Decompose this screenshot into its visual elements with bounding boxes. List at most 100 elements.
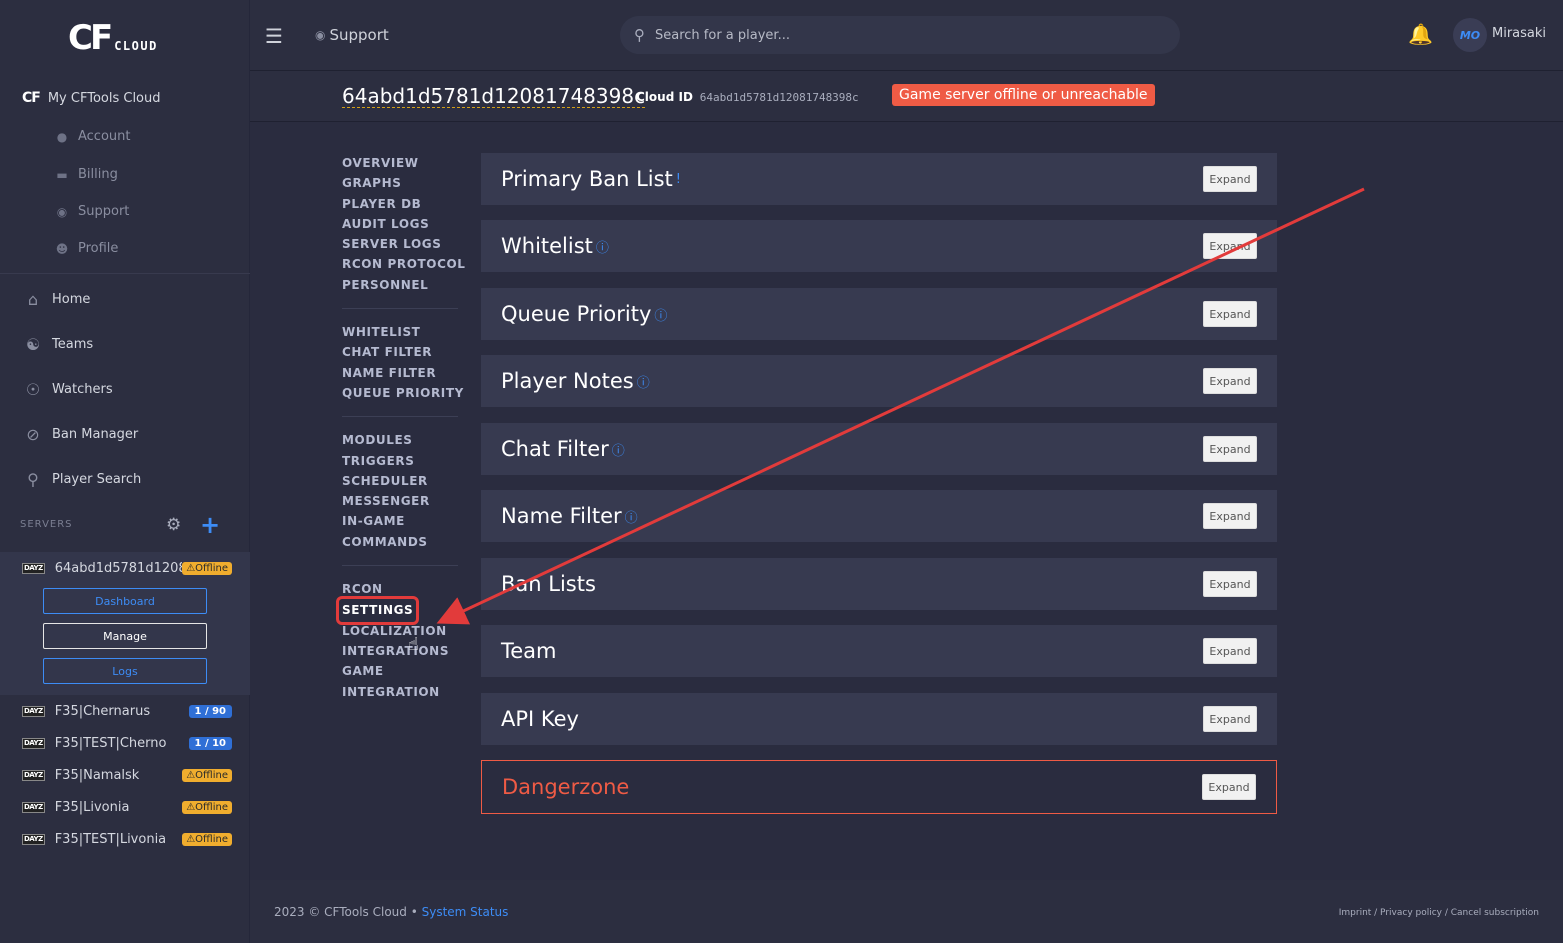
dayz-icon: DAYZ — [22, 563, 45, 574]
sidebar-divider — [0, 273, 250, 274]
hamburger-menu-icon[interactable]: ☰ — [265, 24, 283, 48]
active-server-row[interactable]: DAYZ 64abd1d5781d12081748398c ⚠Offline — [22, 561, 232, 576]
expand-button[interactable]: Expand — [1203, 368, 1257, 394]
subnav-whitelist[interactable]: WHITELIST — [342, 322, 458, 342]
subnav-commands[interactable]: COMMANDS — [342, 532, 458, 552]
server-item[interactable]: DAYZ F35|TEST|Cherno 1 / 10 — [22, 736, 232, 751]
username[interactable]: Mirasaki — [1492, 26, 1546, 41]
sidebar-item-billing[interactable]: ▬ Billing — [54, 167, 118, 182]
expand-button[interactable]: Expand — [1203, 301, 1257, 327]
sidebar-item-ban-manager[interactable]: ⊘ Ban Manager — [22, 425, 138, 444]
subnav-in-game[interactable]: IN-GAME — [342, 511, 458, 531]
info-icon[interactable]: ⓘ — [612, 440, 625, 459]
search-icon: ⚲ — [634, 26, 645, 44]
status-badge: ⚠Offline — [182, 801, 232, 814]
cftools-logo[interactable]: CF CLOUD — [68, 16, 158, 56]
subnav-personnel[interactable]: PERSONNEL — [342, 275, 458, 295]
manage-button[interactable]: Manage — [43, 623, 207, 649]
sidebar-item-profile[interactable]: ☻ Profile — [54, 241, 119, 256]
server-item[interactable]: DAYZ F35|Chernarus 1 / 90 — [22, 704, 232, 719]
subnav-scheduler[interactable]: SCHEDULER — [342, 471, 458, 491]
server-item[interactable]: DAYZ F35|TEST|Livonia ⚠Offline — [22, 832, 232, 847]
panel-api-key: API Key Expand — [481, 693, 1277, 745]
eye-icon: ☉ — [25, 380, 41, 399]
subnav-localization[interactable]: LOCALIZATION — [342, 621, 458, 641]
sidebar-item-label: Support — [78, 204, 130, 219]
wallet-icon: ▬ — [56, 167, 68, 182]
user-icon: ● — [56, 129, 68, 144]
panel-title: Chat Filter — [501, 437, 609, 461]
subnav-integration[interactable]: INTEGRATION — [342, 682, 458, 702]
profile-icon: ☻ — [55, 241, 69, 256]
subnav-group-overview: OVERVIEW GRAPHS PLAYER DB AUDIT LOGS SER… — [342, 153, 465, 310]
search-input[interactable] — [655, 27, 1135, 43]
server-title[interactable]: 64abd1d5781d12081748398c — [342, 85, 646, 108]
subnav-game[interactable]: GAME — [342, 661, 458, 681]
sidebar-item-teams[interactable]: ☯ Teams — [22, 335, 93, 354]
expand-button[interactable]: Expand — [1203, 233, 1257, 259]
subnav-player-db[interactable]: PLAYER DB — [342, 194, 458, 214]
cloud-id-label: Cloud ID — [636, 90, 693, 104]
panel-team: Team Expand — [481, 625, 1277, 677]
subnav-name-filter[interactable]: NAME FILTER — [342, 363, 458, 383]
info-icon[interactable]: ⓘ — [625, 507, 638, 526]
player-search-bar[interactable]: ⚲ — [620, 16, 1180, 54]
subnav-overview[interactable]: OVERVIEW — [342, 153, 458, 173]
subnav-group-filters: WHITELIST CHAT FILTER NAME FILTER QUEUE … — [342, 322, 463, 418]
logs-button[interactable]: Logs — [43, 658, 207, 684]
subnav-graphs[interactable]: GRAPHS — [342, 173, 458, 193]
legal-links[interactable]: Imprint / Privacy policy / Cancel subscr… — [1339, 908, 1539, 918]
subnav-rcon[interactable]: RCON — [342, 579, 458, 599]
add-server-icon[interactable]: + — [200, 511, 220, 539]
subnav-triggers[interactable]: TRIGGERS — [342, 451, 458, 471]
my-cftools-cloud-link[interactable]: CF My CFTools Cloud — [22, 90, 161, 106]
support-label: Support — [329, 26, 389, 44]
sidebar-item-player-search[interactable]: ⚲ Player Search — [22, 470, 141, 489]
panel-primary-ban-list: Primary Ban List ! Expand — [481, 153, 1277, 205]
subnav-audit-logs[interactable]: AUDIT LOGS — [342, 214, 458, 234]
gear-icon[interactable]: ⚙ — [166, 515, 181, 535]
panel-title: API Key — [501, 707, 579, 731]
subnav-server-logs[interactable]: SERVER LOGS — [342, 234, 458, 254]
expand-button[interactable]: Expand — [1203, 571, 1257, 597]
expand-button[interactable]: Expand — [1203, 503, 1257, 529]
system-status-link[interactable]: System Status — [422, 905, 509, 919]
subnav-messenger[interactable]: MESSENGER — [342, 491, 458, 511]
dayz-icon: DAYZ — [22, 834, 45, 845]
info-icon[interactable]: ⓘ — [637, 372, 650, 391]
dayz-icon: DAYZ — [22, 738, 45, 749]
panel-player-notes: Player Notes ⓘ Expand — [481, 355, 1277, 407]
sidebar-item-home[interactable]: ⌂ Home — [22, 290, 90, 309]
info-icon[interactable]: ⓘ — [654, 305, 667, 324]
subnav-queue-priority[interactable]: QUEUE PRIORITY — [342, 383, 463, 403]
subnav-settings[interactable]: SETTINGS — [335, 596, 420, 625]
server-item[interactable]: DAYZ F35|Livonia ⚠Offline — [22, 800, 232, 815]
info-icon[interactable]: ! — [676, 172, 681, 187]
sidebar-item-account[interactable]: ● Account — [54, 129, 131, 144]
subnav-chat-filter[interactable]: CHAT FILTER — [342, 342, 458, 362]
expand-button[interactable]: Expand — [1203, 638, 1257, 664]
sidebar-item-label: Account — [78, 129, 131, 144]
my-cftools-cloud-label: My CFTools Cloud — [47, 90, 161, 106]
logo-text: CLOUD — [114, 39, 158, 53]
expand-button[interactable]: Expand — [1203, 436, 1257, 462]
subnav-rcon-protocol[interactable]: RCON PROTOCOL — [342, 254, 465, 274]
avatar[interactable]: MO — [1453, 18, 1487, 52]
panel-title: Dangerzone — [502, 775, 630, 799]
expand-button[interactable]: Expand — [1202, 774, 1256, 800]
expand-button[interactable]: Expand — [1203, 166, 1257, 192]
home-icon: ⌂ — [27, 290, 39, 309]
sidebar: CF CLOUD CF My CFTools Cloud ● Account ▬… — [0, 0, 250, 943]
subnav-integrations[interactable]: INTEGRATIONS — [342, 641, 458, 661]
subnav-modules[interactable]: MODULES — [342, 430, 458, 450]
sidebar-item-watchers[interactable]: ☉ Watchers — [22, 380, 113, 399]
sidebar-item-support[interactable]: ◉ Support — [54, 204, 130, 219]
support-link[interactable]: ◉ Support — [315, 26, 389, 44]
info-icon[interactable]: ⓘ — [596, 237, 609, 256]
expand-button[interactable]: Expand — [1203, 706, 1257, 732]
server-item[interactable]: DAYZ F35|Namalsk ⚠Offline — [22, 768, 232, 783]
copyright: 2023 © CFTools Cloud • System Status — [274, 905, 508, 919]
panel-title: Player Notes — [501, 369, 634, 393]
bell-icon[interactable]: 🔔 — [1408, 22, 1433, 46]
dashboard-button[interactable]: Dashboard — [43, 588, 207, 614]
